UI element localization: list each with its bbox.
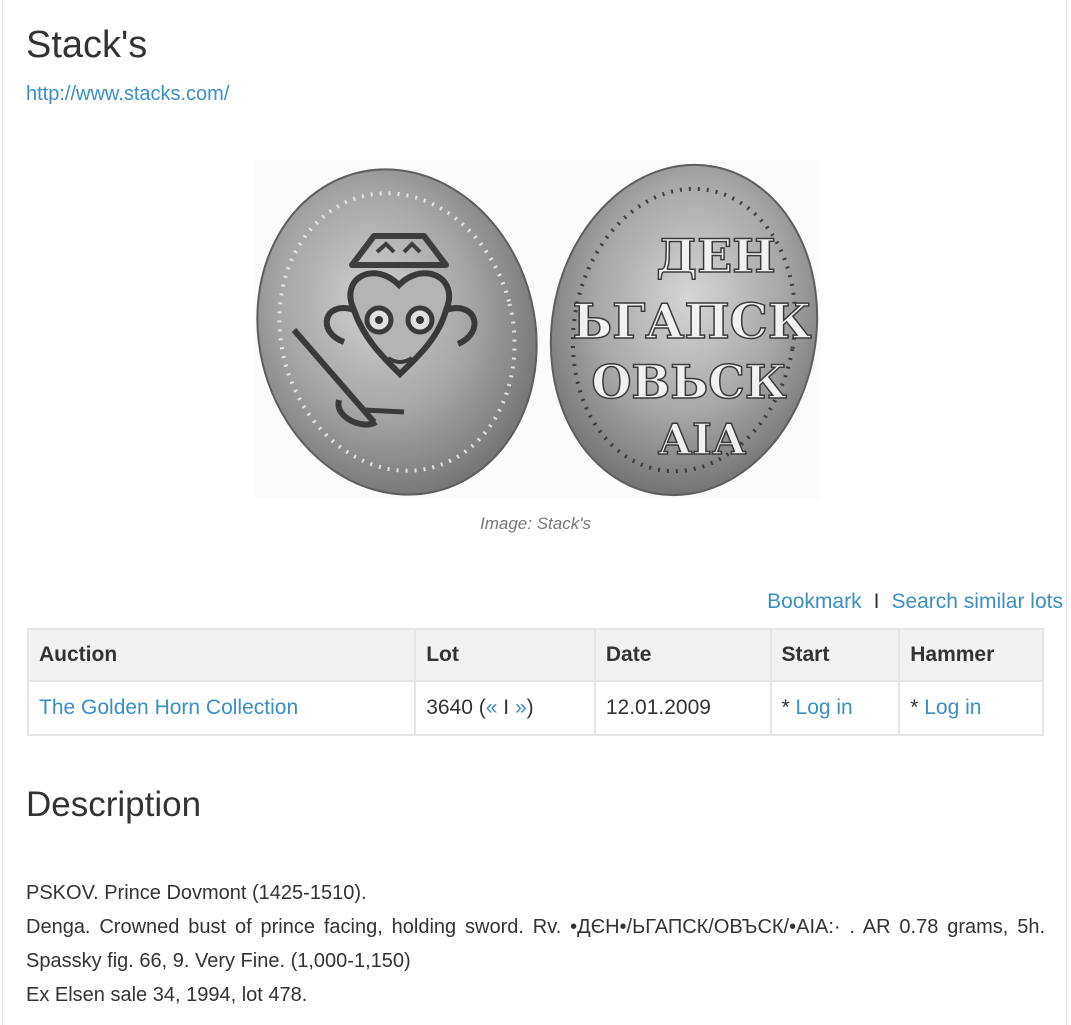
coin-photo: ДЕН ЬГАПСК ОВЬСК АIА [256,163,819,497]
start-prefix: * [781,696,796,719]
lot-number: 3640 [426,696,473,719]
description-line-3: Ex Elsen sale 34, 1994, lot 478. [26,984,308,1006]
column-header-start: Start [769,628,901,682]
start-login-link[interactable]: Log in [796,696,853,719]
actions-separator: I [873,590,880,613]
search-similar-lots-link[interactable]: Search similar lots [891,590,1063,613]
lot-cell: 3640 (« I ») [414,680,596,736]
reverse-legend-line-1: ДЕН [656,229,775,283]
coin-obverse [256,168,538,496]
table-row: The Golden Horn Collection 3640 (« I ») … [26,680,1044,736]
table-header-row: Auction Lot Date Start Hammer [26,628,1044,682]
hammer-login-link[interactable]: Log in [924,696,981,719]
reverse-legend-line-3: ОВЬСК [591,355,787,409]
description-line-2: Denga. Crowned bust of prince facing, ho… [26,916,1045,972]
reverse-legend-line-4: АIА [658,415,746,464]
previous-lot-link[interactable]: « [486,696,498,719]
lot-nav-open: ( [472,696,486,719]
lot-table: Auction Lot Date Start Hammer The Golden… [26,628,1044,736]
auction-link[interactable]: The Golden Horn Collection [39,696,298,719]
hammer-cell: * Log in [898,680,1044,736]
column-header-auction: Auction [26,628,417,682]
bookmark-link[interactable]: Bookmark [767,590,862,613]
column-header-hammer: Hammer [898,628,1044,682]
lot-actions: Bookmark I Search similar lots [767,589,1063,615]
description-heading: Description [26,785,202,824]
page-frame [2,0,1067,1025]
lot-nav-close: ) [526,696,534,719]
page-title: Stack's [26,24,148,66]
reverse-legend-line-2: ЬГАПСК [572,294,811,350]
auction-cell: The Golden Horn Collection [26,680,417,736]
coin-image[interactable]: ДЕН ЬГАПСК ОВЬСК АIА [254,160,820,498]
description-line-1: PSKOV. Prince Dovmont (1425-1510). [26,882,367,904]
date-cell: 12.01.2009 [593,680,772,736]
description-text: PSKOV. Prince Dovmont (1425-1510). Denga… [26,876,1045,1012]
column-header-date: Date [593,628,772,682]
next-lot-link[interactable]: » [515,696,527,719]
start-cell: * Log in [769,680,901,736]
column-header-lot: Lot [414,628,596,682]
image-caption: Image: Stack's [480,514,591,533]
auction-house-link[interactable]: http://www.stacks.com/ [26,82,229,106]
coin-reverse: ДЕН ЬГАПСК ОВЬСК АIА [549,163,819,497]
lot-nav-separator: I [497,696,515,719]
hammer-prefix: * [910,696,925,719]
